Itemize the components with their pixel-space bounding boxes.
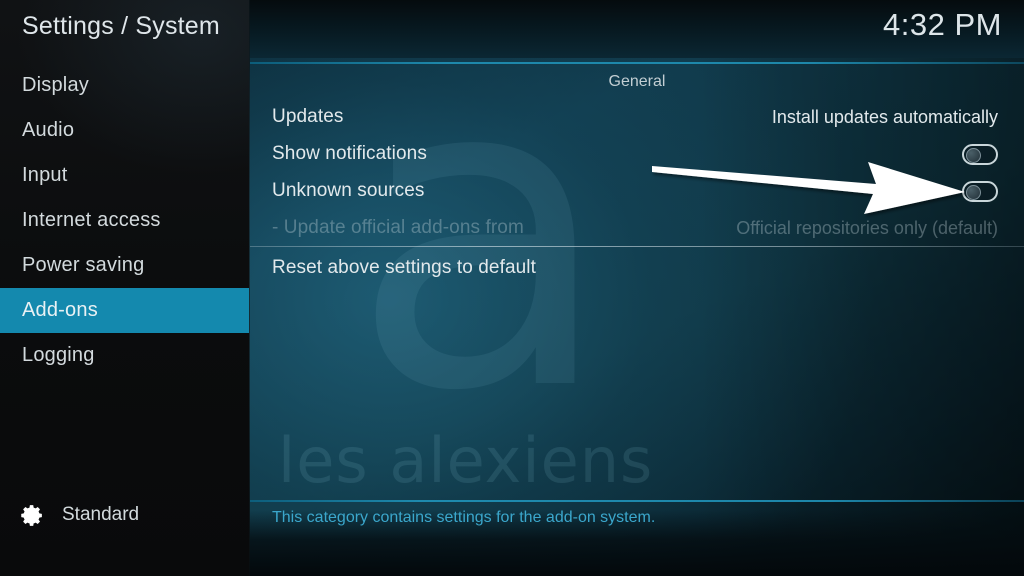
settings-panel: General Updates Install updates automati… <box>250 0 1024 576</box>
sidebar-menu: Display Audio Input Internet access Powe… <box>0 63 250 378</box>
setting-label: Show notifications <box>272 143 427 164</box>
page-title: Settings / System <box>22 12 220 40</box>
footer-divider <box>250 500 1024 502</box>
gear-icon <box>21 504 42 526</box>
sidebar-item-audio[interactable]: Audio <box>0 108 250 153</box>
sidebar-item-add-ons[interactable]: Add-ons <box>0 288 250 333</box>
sidebar-item-display[interactable]: Display <box>0 63 250 108</box>
settings-level-label: Standard <box>62 504 140 525</box>
toggle-knob <box>966 184 981 200</box>
setting-label: Reset above settings to default <box>272 257 536 278</box>
section-divider <box>250 246 1024 247</box>
sidebar-item-power-saving[interactable]: Power saving <box>0 243 250 288</box>
sidebar-item-internet-access[interactable]: Internet access <box>0 198 250 243</box>
sidebar-item-label: Logging <box>22 344 95 366</box>
setting-label: Unknown sources <box>272 180 425 201</box>
content-top-divider <box>250 62 1024 64</box>
unknown-sources-toggle[interactable] <box>962 180 998 202</box>
sidebar-item-label: Display <box>22 74 89 96</box>
sidebar-item-logging[interactable]: Logging <box>0 333 250 378</box>
sidebar-edge <box>249 0 250 576</box>
footer-help-text: This category contains settings for the … <box>272 509 656 526</box>
section-header: General <box>608 73 666 90</box>
setting-row-show-notifications[interactable]: Show notifications <box>272 135 998 173</box>
sidebar-item-input[interactable]: Input <box>0 153 250 198</box>
clock: 4:32 PM <box>883 7 1002 42</box>
sidebar-item-label: Audio <box>22 119 75 141</box>
setting-row-update-official-addons-from: - Update official add-ons from Official … <box>272 209 998 247</box>
sidebar-item-label: Add-ons <box>22 299 98 321</box>
sidebar-item-label: Input <box>22 164 68 186</box>
sidebar-item-label: Power saving <box>22 254 145 276</box>
setting-label: - Update official add-ons from <box>272 217 524 238</box>
toggle-knob <box>966 147 981 163</box>
setting-row-unknown-sources[interactable]: Unknown sources <box>272 172 998 210</box>
setting-row-reset-defaults[interactable]: Reset above settings to default <box>272 249 998 287</box>
setting-value: Official repositories only (default) <box>736 217 998 238</box>
sidebar-item-label: Internet access <box>22 209 161 231</box>
show-notifications-toggle[interactable] <box>962 143 998 165</box>
sidebar: Settings / System Display Audio Input In… <box>0 0 250 576</box>
setting-label: Updates <box>272 106 344 127</box>
settings-level-button[interactable]: Standard <box>0 498 250 532</box>
kodi-settings-screen: a les alexiens Settings / System Display… <box>0 0 1024 576</box>
setting-row-updates[interactable]: Updates Install updates automatically <box>272 98 998 136</box>
setting-value: Install updates automatically <box>771 106 998 127</box>
